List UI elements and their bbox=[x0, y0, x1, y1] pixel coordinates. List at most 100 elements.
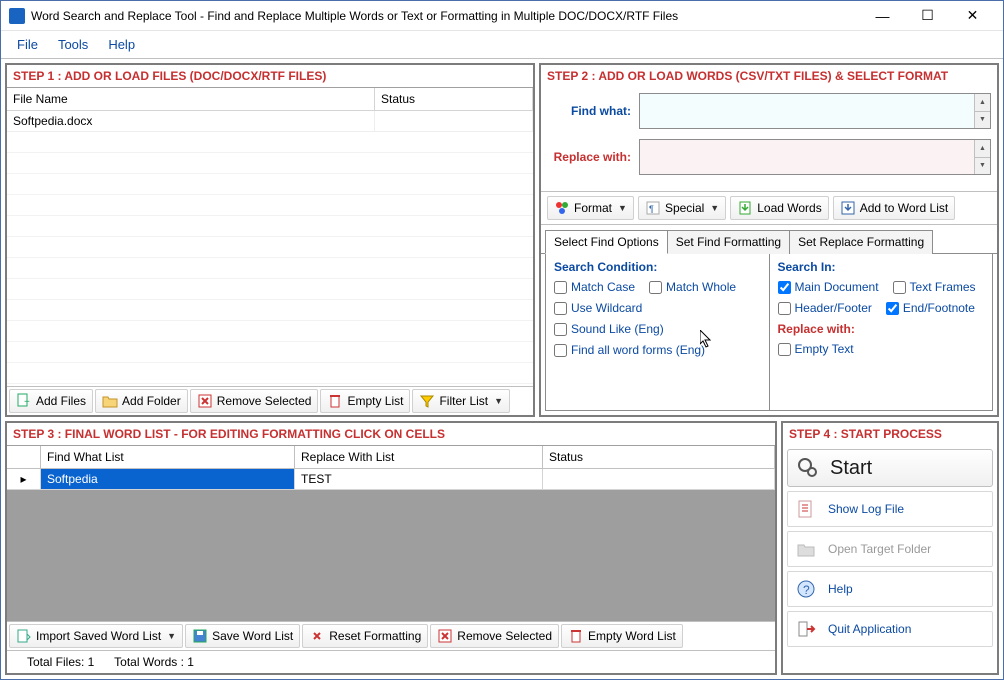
load-words-button[interactable]: Load Words bbox=[730, 196, 828, 220]
table-row[interactable]: Softpedia.docx bbox=[7, 111, 533, 132]
import-wordlist-button[interactable]: Import Saved Word List ▼ bbox=[9, 624, 183, 648]
reset-formatting-button[interactable]: Reset Formatting bbox=[302, 624, 428, 648]
menu-tools[interactable]: Tools bbox=[58, 37, 88, 52]
add-folder-button[interactable]: Add Folder bbox=[95, 389, 188, 413]
show-log-label: Show Log File bbox=[828, 502, 904, 516]
word-table[interactable]: Find What List Replace With List Status … bbox=[7, 445, 775, 621]
import-icon bbox=[16, 628, 32, 644]
chk-empty-text[interactable]: Empty Text bbox=[778, 342, 854, 356]
tab-find-options[interactable]: Select Find Options bbox=[545, 230, 668, 254]
tab-replace-formatting[interactable]: Set Replace Formatting bbox=[789, 230, 933, 254]
step2-panel: STEP 2 : ADD OR LOAD WORDS (CSV/TXT FILE… bbox=[539, 63, 999, 417]
find-what-label: Find what: bbox=[547, 104, 639, 118]
col-status[interactable]: Status bbox=[375, 88, 533, 110]
empty-word-icon bbox=[568, 628, 584, 644]
chk-sound-like[interactable]: Sound Like (Eng) bbox=[554, 322, 664, 336]
quit-button[interactable]: Quit Application bbox=[787, 611, 993, 647]
step3-header: STEP 3 : FINAL WORD LIST - FOR EDITING F… bbox=[7, 423, 775, 445]
grid-filler bbox=[7, 132, 533, 386]
col-filename[interactable]: File Name bbox=[7, 88, 375, 110]
filter-list-button[interactable]: Filter List ▼ bbox=[412, 389, 510, 413]
window-title: Word Search and Replace Tool - Find and … bbox=[31, 9, 860, 23]
replace-spin-down[interactable]: ▼ bbox=[974, 158, 990, 175]
cell-status bbox=[375, 111, 533, 131]
maximize-button[interactable]: ☐ bbox=[905, 2, 950, 30]
remove-word-button[interactable]: Remove Selected bbox=[430, 624, 559, 648]
replace-with-input[interactable]: ▲▼ bbox=[639, 139, 991, 175]
chk-text-frames[interactable]: Text Frames bbox=[893, 280, 976, 294]
col-selector[interactable] bbox=[7, 446, 41, 468]
save-wordlist-button[interactable]: Save Word List bbox=[185, 624, 300, 648]
chk-end-footnote[interactable]: End/Footnote bbox=[886, 301, 975, 315]
col-replace-with[interactable]: Replace With List bbox=[295, 446, 543, 468]
chk-wildcard[interactable]: Use Wildcard bbox=[554, 301, 642, 315]
find-spin-up[interactable]: ▲ bbox=[974, 94, 990, 112]
empty-list-button[interactable]: Empty List bbox=[320, 389, 410, 413]
load-label: Load Words bbox=[757, 201, 821, 215]
empty-wordlist-button[interactable]: Empty Word List bbox=[561, 624, 683, 648]
replace-spin-up[interactable]: ▲ bbox=[974, 140, 990, 158]
svg-text:+: + bbox=[24, 397, 30, 408]
add-files-label: Add Files bbox=[36, 394, 86, 408]
start-button[interactable]: Start bbox=[787, 449, 993, 487]
add-files-button[interactable]: + Add Files bbox=[9, 389, 93, 413]
minimize-button[interactable]: — bbox=[860, 2, 905, 30]
save-label: Save Word List bbox=[212, 629, 293, 643]
filter-icon bbox=[419, 393, 435, 409]
chk-word-forms[interactable]: Find all word forms (Eng) bbox=[554, 343, 705, 357]
format-icon bbox=[554, 200, 570, 216]
chk-header-footer[interactable]: Header/Footer bbox=[778, 301, 872, 315]
replace-with-header: Replace with: bbox=[778, 322, 985, 336]
remove-word-icon bbox=[437, 628, 453, 644]
step4-header: STEP 4 : START PROCESS bbox=[783, 423, 997, 445]
cell-replace-with[interactable]: TEST bbox=[295, 469, 543, 489]
add-folder-label: Add Folder bbox=[122, 394, 181, 408]
chevron-down-icon: ▼ bbox=[710, 203, 719, 213]
menu-file[interactable]: File bbox=[17, 37, 38, 52]
search-in-header: Search In: bbox=[778, 260, 985, 274]
format-button[interactable]: Format ▼ bbox=[547, 196, 634, 220]
cell-find-what[interactable]: Softpedia bbox=[41, 469, 295, 489]
help-icon: ? bbox=[796, 579, 816, 599]
empty-label: Empty List bbox=[347, 394, 403, 408]
tab-find-formatting[interactable]: Set Find Formatting bbox=[667, 230, 790, 254]
help-button[interactable]: ? Help bbox=[787, 571, 993, 607]
step2-header: STEP 2 : ADD OR LOAD WORDS (CSV/TXT FILE… bbox=[541, 65, 997, 87]
chk-match-case[interactable]: Match Case bbox=[554, 280, 635, 294]
quit-label: Quit Application bbox=[828, 622, 911, 636]
close-button[interactable]: ✕ bbox=[950, 2, 995, 30]
special-icon: ¶ bbox=[645, 200, 661, 216]
chevron-down-icon: ▼ bbox=[167, 631, 176, 641]
remove-selected-button[interactable]: Remove Selected bbox=[190, 389, 319, 413]
reset-icon bbox=[309, 628, 325, 644]
step1-toolbar: + Add Files Add Folder Remove Selected E… bbox=[7, 386, 533, 415]
remove-label: Remove Selected bbox=[217, 394, 312, 408]
options-tabs: Select Find Options Set Find Formatting … bbox=[541, 225, 997, 254]
table-row[interactable]: ▸ Softpedia TEST bbox=[7, 469, 775, 490]
reset-label: Reset Formatting bbox=[329, 629, 421, 643]
load-icon bbox=[737, 200, 753, 216]
grid-empty bbox=[7, 490, 775, 621]
col-find-what[interactable]: Find What List bbox=[41, 446, 295, 468]
replace-with-label: Replace with: bbox=[547, 150, 639, 164]
special-button[interactable]: ¶ Special ▼ bbox=[638, 196, 726, 220]
menu-help[interactable]: Help bbox=[108, 37, 135, 52]
add-to-wordlist-button[interactable]: Add to Word List bbox=[833, 196, 956, 220]
add-folder-icon bbox=[102, 393, 118, 409]
titlebar: Word Search and Replace Tool - Find and … bbox=[1, 1, 1003, 31]
chk-match-whole[interactable]: Match Whole bbox=[649, 280, 736, 294]
show-log-button[interactable]: Show Log File bbox=[787, 491, 993, 527]
col-word-status[interactable]: Status bbox=[543, 446, 775, 468]
cell-word-status bbox=[543, 469, 775, 489]
chk-main-document[interactable]: Main Document bbox=[778, 280, 879, 294]
empty-icon bbox=[327, 393, 343, 409]
statusbar: Total Files: 1 Total Words : 1 bbox=[7, 650, 775, 673]
status-total-words: Total Words : 1 bbox=[114, 655, 194, 669]
find-what-input[interactable]: ▲▼ bbox=[639, 93, 991, 129]
file-table[interactable]: File Name Status Softpedia.docx bbox=[7, 87, 533, 386]
save-icon bbox=[192, 628, 208, 644]
find-spin-down[interactable]: ▼ bbox=[974, 112, 990, 129]
open-target-button[interactable]: Open Target Folder bbox=[787, 531, 993, 567]
format-label: Format bbox=[574, 201, 612, 215]
remove-icon bbox=[197, 393, 213, 409]
